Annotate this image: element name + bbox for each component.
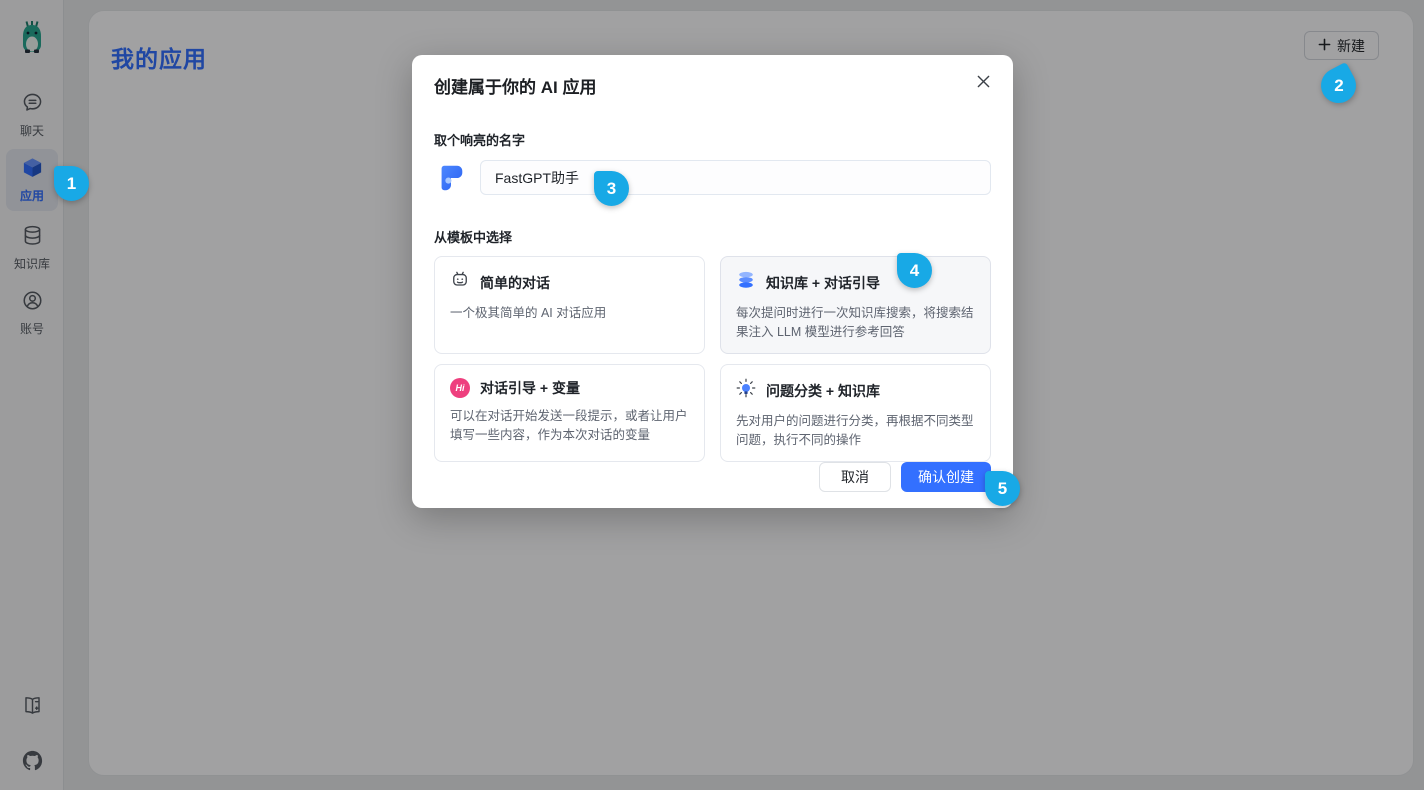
template-description: 一个极其简单的 AI 对话应用 [450,304,689,323]
cancel-button[interactable]: 取消 [819,462,891,492]
template-card-simple-chat[interactable]: 简单的对话 一个极其简单的 AI 对话应用 [434,256,705,354]
lightbulb-rays-icon [736,378,756,403]
annotation-badge-5: 5 [985,471,1020,506]
robot-icon [450,270,470,295]
hi-icon: Hi [450,378,470,398]
app-avatar-logo[interactable] [434,161,468,195]
template-title: 简单的对话 [480,273,550,293]
template-description: 先对用户的问题进行分类，再根据不同类型问题，执行不同的操作 [736,412,975,449]
template-card-dataset-guide[interactable]: 知识库 + 对话引导 每次提问时进行一次知识库搜索，将搜索结果注入 LLM 模型… [720,256,991,354]
template-title: 知识库 + 对话引导 [766,273,880,293]
name-section-label: 取个响亮的名字 [434,130,991,149]
close-icon[interactable] [969,67,997,95]
confirm-create-button[interactable]: 确认创建 [901,462,991,492]
dataset-stack-icon [736,270,756,295]
template-section-label: 从模板中选择 [434,227,991,246]
template-description: 可以在对话开始发送一段提示，或者让用户填写一些内容，作为本次对话的变量 [450,407,689,444]
template-card-classify-dataset[interactable]: 问题分类 + 知识库 先对用户的问题进行分类，再根据不同类型问题，执行不同的操作 [720,364,991,462]
template-card-guide-variables[interactable]: Hi 对话引导 + 变量 可以在对话开始发送一段提示，或者让用户填写一些内容，作… [434,364,705,462]
template-title: 问题分类 + 知识库 [766,381,880,401]
annotation-badge-4: 4 [897,253,932,288]
modal-title: 创建属于你的 AI 应用 [434,73,991,98]
template-description: 每次提问时进行一次知识库搜索，将搜索结果注入 LLM 模型进行参考回答 [736,304,975,341]
app-name-input[interactable] [480,160,991,195]
annotation-badge-1: 1 [54,166,89,201]
annotation-badge-3: 3 [594,171,629,206]
template-title: 对话引导 + 变量 [480,378,580,398]
